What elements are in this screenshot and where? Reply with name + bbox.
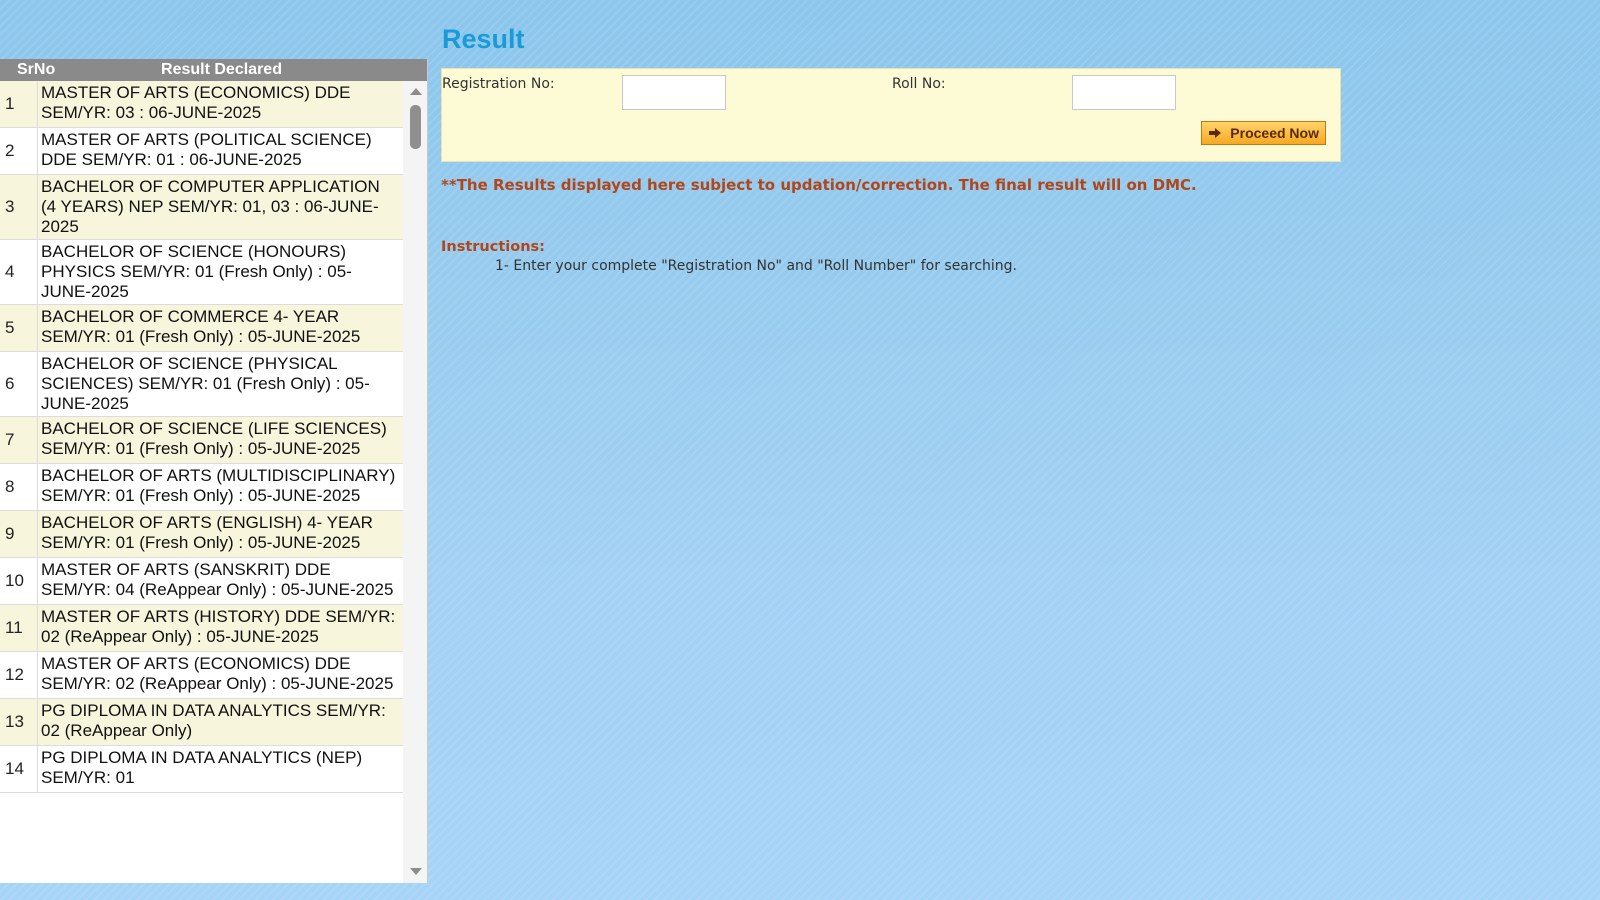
- row-result-link[interactable]: PG DIPLOMA IN DATA ANALYTICS SEM/YR: 02 …: [38, 699, 403, 745]
- scroll-down-arrow-icon[interactable]: [410, 868, 422, 875]
- roll-no-input[interactable]: [1072, 75, 1176, 110]
- row-srno: 3: [0, 175, 38, 239]
- row-result-link[interactable]: BACHELOR OF COMPUTER APPLICATION (4 YEAR…: [38, 175, 403, 239]
- scrollbar-thumb[interactable]: [410, 105, 421, 149]
- row-srno: 1: [0, 81, 38, 127]
- results-list[interactable]: 1 MASTER OF ARTS (ECONOMICS) DDE SEM/YR: …: [0, 81, 403, 883]
- row-result-link[interactable]: BACHELOR OF ARTS (ENGLISH) 4- YEAR SEM/Y…: [38, 511, 403, 557]
- result-row[interactable]: 4 BACHELOR OF SCIENCE (HONOURS) PHYSICS S…: [0, 240, 403, 305]
- row-result-link[interactable]: BACHELOR OF ARTS (MULTIDISCIPLINARY) SEM…: [38, 464, 403, 510]
- result-row[interactable]: 11 MASTER OF ARTS (HISTORY) DDE SEM/YR: 0…: [0, 605, 403, 652]
- proceed-now-label: Proceed Now: [1230, 125, 1319, 141]
- instruction-item: 1- Enter your complete "Registration No"…: [495, 258, 1018, 274]
- result-row[interactable]: 13 PG DIPLOMA IN DATA ANALYTICS SEM/YR: 0…: [0, 699, 403, 746]
- row-srno: 7: [0, 417, 38, 463]
- row-srno: 5: [0, 305, 38, 351]
- result-search-form: Registration No: Roll No: Proceed Now: [441, 68, 1341, 162]
- result-row[interactable]: 2 MASTER OF ARTS (POLITICAL SCIENCE) DDE …: [0, 128, 403, 175]
- result-row[interactable]: 14 PG DIPLOMA IN DATA ANALYTICS (NEP) SEM…: [0, 746, 403, 793]
- result-row[interactable]: 7 BACHELOR OF SCIENCE (LIFE SCIENCES) SEM…: [0, 417, 403, 464]
- result-row[interactable]: 1 MASTER OF ARTS (ECONOMICS) DDE SEM/YR: …: [0, 81, 403, 128]
- row-srno: 2: [0, 128, 38, 174]
- row-srno: 6: [0, 352, 38, 416]
- registration-no-label: Registration No:: [442, 76, 555, 92]
- row-srno: 9: [0, 511, 38, 557]
- proceed-now-button[interactable]: Proceed Now: [1201, 121, 1326, 145]
- row-result-link[interactable]: MASTER OF ARTS (ECONOMICS) DDE SEM/YR: 0…: [38, 81, 403, 127]
- scroll-up-arrow-icon[interactable]: [410, 88, 422, 95]
- row-result-link[interactable]: BACHELOR OF SCIENCE (LIFE SCIENCES) SEM/…: [38, 417, 403, 463]
- row-srno: 10: [0, 558, 38, 604]
- result-row[interactable]: 10 MASTER OF ARTS (SANSKRIT) DDE SEM/YR: …: [0, 558, 403, 605]
- roll-no-label: Roll No:: [892, 76, 946, 92]
- row-result-link[interactable]: BACHELOR OF COMMERCE 4- YEAR SEM/YR: 01 …: [38, 305, 403, 351]
- result-row[interactable]: 9 BACHELOR OF ARTS (ENGLISH) 4- YEAR SEM/…: [0, 511, 403, 558]
- result-row[interactable]: 5 BACHELOR OF COMMERCE 4- YEAR SEM/YR: 01…: [0, 305, 403, 352]
- row-result-link[interactable]: MASTER OF ARTS (HISTORY) DDE SEM/YR: 02 …: [38, 605, 403, 651]
- arrow-right-icon: [1209, 128, 1222, 138]
- row-srno: 12: [0, 652, 38, 698]
- row-result-link[interactable]: MASTER OF ARTS (ECONOMICS) DDE SEM/YR: 0…: [38, 652, 403, 698]
- instructions-title: Instructions:: [441, 239, 545, 255]
- row-result-link[interactable]: BACHELOR OF SCIENCE (HONOURS) PHYSICS SE…: [38, 240, 403, 304]
- result-row[interactable]: 6 BACHELOR OF SCIENCE (PHYSICAL SCIENCES)…: [0, 352, 403, 417]
- disclaimer-note: **The Results displayed here subject to …: [441, 176, 1197, 194]
- row-srno: 8: [0, 464, 38, 510]
- result-row[interactable]: 3 BACHELOR OF COMPUTER APPLICATION (4 YEA…: [0, 175, 403, 240]
- row-result-link[interactable]: PG DIPLOMA IN DATA ANALYTICS (NEP) SEM/Y…: [38, 746, 403, 792]
- row-srno: 14: [0, 746, 38, 792]
- results-list-scrollbar[interactable]: [403, 81, 427, 883]
- row-result-link[interactable]: MASTER OF ARTS (POLITICAL SCIENCE) DDE S…: [38, 128, 403, 174]
- row-srno: 11: [0, 605, 38, 651]
- srno-column-header: SrNo: [17, 61, 56, 78]
- results-list-header: SrNo Result Declared: [0, 59, 427, 81]
- registration-no-input[interactable]: [622, 75, 726, 110]
- row-srno: 13: [0, 699, 38, 745]
- result-declared-column-header: Result Declared: [161, 61, 282, 78]
- result-row[interactable]: 12 MASTER OF ARTS (ECONOMICS) DDE SEM/YR:…: [0, 652, 403, 699]
- page-title: Result: [442, 24, 525, 54]
- row-result-link[interactable]: BACHELOR OF SCIENCE (PHYSICAL SCIENCES) …: [38, 352, 403, 416]
- results-list-panel: SrNo Result Declared 1 MASTER OF ARTS (EC…: [0, 59, 428, 883]
- result-row[interactable]: 8 BACHELOR OF ARTS (MULTIDISCIPLINARY) SE…: [0, 464, 403, 511]
- row-result-link[interactable]: MASTER OF ARTS (SANSKRIT) DDE SEM/YR: 04…: [38, 558, 403, 604]
- row-srno: 4: [0, 240, 38, 304]
